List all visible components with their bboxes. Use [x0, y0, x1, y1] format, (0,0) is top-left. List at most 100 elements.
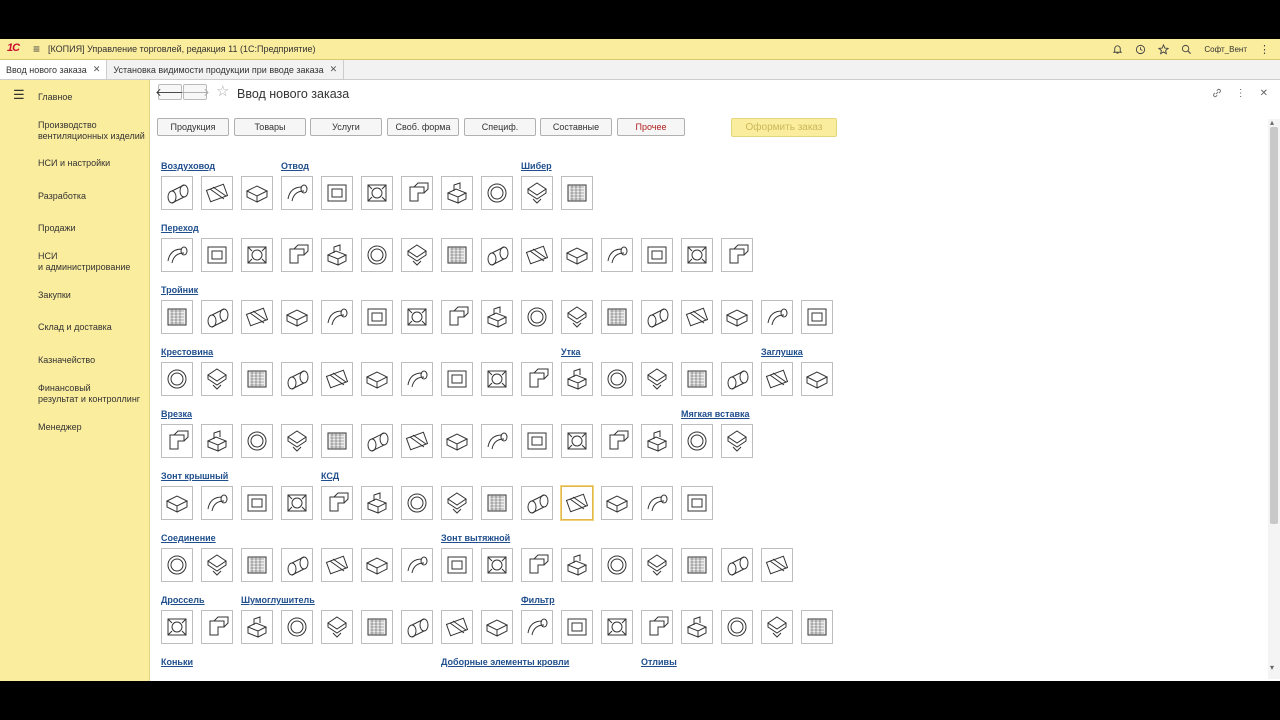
product-tile[interactable]: [241, 362, 273, 396]
close-icon[interactable]: ✕: [1260, 88, 1268, 99]
product-tile[interactable]: [681, 548, 713, 582]
category-products-button[interactable]: Продукция: [157, 118, 229, 136]
product-tile[interactable]: [521, 610, 553, 644]
product-tile[interactable]: [601, 238, 633, 272]
product-tile[interactable]: [321, 362, 353, 396]
product-tile[interactable]: [281, 424, 313, 458]
product-tile[interactable]: [241, 548, 273, 582]
product-tile[interactable]: [601, 424, 633, 458]
group-link-krestovina[interactable]: Крестовина: [161, 347, 213, 357]
product-tile[interactable]: [201, 300, 233, 334]
close-icon[interactable]: ✕: [93, 64, 101, 75]
link-icon[interactable]: [1212, 88, 1222, 98]
product-tile[interactable]: [521, 300, 553, 334]
product-tile[interactable]: [441, 176, 473, 210]
sidebar-item-sales[interactable]: Продажи: [38, 223, 76, 234]
product-tile[interactable]: [281, 362, 313, 396]
more-icon[interactable]: ⋮: [1236, 88, 1246, 99]
product-tile[interactable]: [161, 424, 193, 458]
product-tile[interactable]: [361, 486, 393, 520]
product-tile[interactable]: [721, 424, 753, 458]
product-tile[interactable]: [561, 300, 593, 334]
product-tile[interactable]: [441, 548, 473, 582]
product-tile[interactable]: [361, 176, 393, 210]
group-link-otlivy[interactable]: Отливы: [641, 657, 677, 667]
product-tile[interactable]: [681, 300, 713, 334]
product-tile[interactable]: [721, 610, 753, 644]
search-icon[interactable]: [1181, 44, 1192, 55]
product-tile[interactable]: [201, 424, 233, 458]
product-tile[interactable]: [601, 362, 633, 396]
product-tile[interactable]: [321, 424, 353, 458]
product-tile[interactable]: [441, 610, 473, 644]
product-tile[interactable]: [321, 176, 353, 210]
product-tile[interactable]: [321, 610, 353, 644]
product-tile[interactable]: [561, 176, 593, 210]
group-link-konki[interactable]: Коньки: [161, 657, 193, 667]
sidebar-item-main[interactable]: Главное: [38, 92, 72, 103]
product-tile[interactable]: [481, 424, 513, 458]
product-tile[interactable]: [481, 362, 513, 396]
product-tile[interactable]: [241, 424, 273, 458]
category-composite-button[interactable]: Составные: [540, 118, 612, 136]
group-link-perekhod[interactable]: Переход: [161, 223, 199, 233]
tab-new-order[interactable]: Ввод нового заказа ✕: [0, 60, 108, 79]
sidebar-item-finance[interactable]: Финансовый результат и контроллинг: [38, 383, 140, 405]
product-tile[interactable]: [641, 238, 673, 272]
product-tile[interactable]: [401, 176, 433, 210]
product-tile[interactable]: [521, 424, 553, 458]
product-tile[interactable]: [161, 362, 193, 396]
product-tile[interactable]: [561, 548, 593, 582]
product-tile[interactable]: [641, 548, 673, 582]
product-tile[interactable]: [241, 238, 273, 272]
product-tile[interactable]: [721, 300, 753, 334]
close-icon[interactable]: ✕: [330, 64, 338, 75]
product-tile[interactable]: [561, 362, 593, 396]
product-tile[interactable]: [521, 176, 553, 210]
product-tile[interactable]: [801, 300, 833, 334]
product-tile[interactable]: [201, 486, 233, 520]
product-tile[interactable]: [401, 238, 433, 272]
product-tile[interactable]: [161, 176, 193, 210]
sidebar-item-treasury[interactable]: Казначейство: [38, 355, 95, 366]
sidebar-item-development[interactable]: Разработка: [38, 191, 86, 202]
category-free-form-button[interactable]: Своб. форма: [387, 118, 459, 136]
group-link-dobornye[interactable]: Доборные элементы кровли: [441, 657, 569, 667]
product-tile[interactable]: [441, 424, 473, 458]
product-tile[interactable]: [801, 610, 833, 644]
product-tile[interactable]: [201, 238, 233, 272]
product-tile[interactable]: [241, 486, 273, 520]
product-tile[interactable]: [281, 300, 313, 334]
product-tile[interactable]: [161, 238, 193, 272]
group-link-vozdukhovod[interactable]: Воздуховод: [161, 161, 215, 171]
product-tile[interactable]: [641, 486, 673, 520]
product-tile[interactable]: [281, 238, 313, 272]
product-tile[interactable]: [641, 300, 673, 334]
product-tile[interactable]: [481, 548, 513, 582]
group-link-otvod[interactable]: Отвод: [281, 161, 309, 171]
scrollbar-thumb[interactable]: [1270, 127, 1278, 524]
group-link-zont-vytyazhnoy[interactable]: Зонт вытяжной: [441, 533, 510, 543]
more-icon[interactable]: ⋮: [1259, 43, 1270, 56]
product-tile[interactable]: [481, 300, 513, 334]
group-link-troynik[interactable]: Тройник: [161, 285, 198, 295]
product-tile[interactable]: [601, 548, 633, 582]
product-tile[interactable]: [521, 362, 553, 396]
sidebar-item-purchases[interactable]: Закупки: [38, 290, 71, 301]
forward-button[interactable]: 🡒: [180, 84, 210, 100]
product-tile[interactable]: [681, 610, 713, 644]
product-tile[interactable]: [361, 548, 393, 582]
product-tile[interactable]: [761, 548, 793, 582]
product-tile[interactable]: [161, 486, 193, 520]
product-tile[interactable]: [281, 176, 313, 210]
product-tile[interactable]: [161, 610, 193, 644]
product-tile[interactable]: [401, 548, 433, 582]
product-tile[interactable]: [761, 362, 793, 396]
product-tile[interactable]: [561, 424, 593, 458]
category-goods-button[interactable]: Товары: [234, 118, 306, 136]
category-spec-button[interactable]: Специф.: [464, 118, 536, 136]
group-link-vrezka[interactable]: Врезка: [161, 409, 192, 419]
group-link-shumoglushitel[interactable]: Шумоглушитель: [241, 595, 315, 605]
main-menu-icon[interactable]: ≡: [33, 42, 40, 56]
product-tile[interactable]: [681, 424, 713, 458]
